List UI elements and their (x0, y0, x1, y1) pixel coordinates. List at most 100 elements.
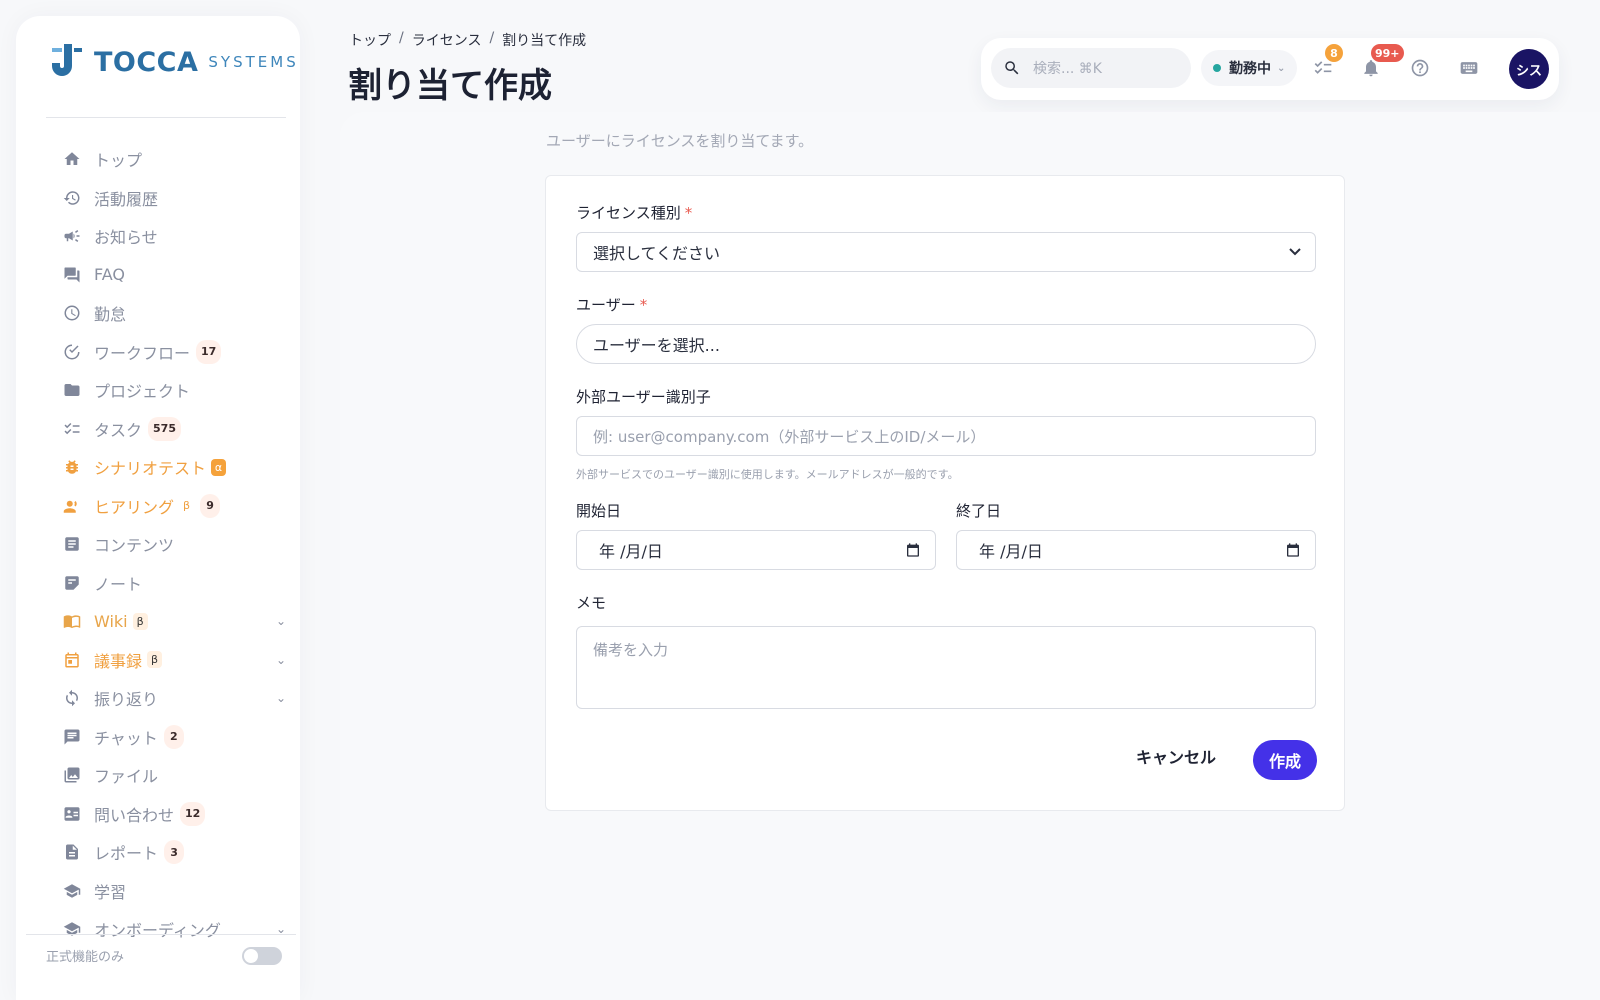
sidebar-item-top[interactable]: トップ (62, 140, 292, 179)
chevron-down-icon[interactable]: ⌄ (276, 653, 286, 667)
sidebar-item-contents[interactable]: コンテンツ (62, 525, 292, 564)
breadcrumb-top[interactable]: トップ (349, 30, 391, 50)
sidebar-footer-divider (26, 934, 296, 935)
bug-icon (62, 457, 82, 477)
start-date-label: 開始日 (576, 502, 622, 520)
sidebar-item-label: 議事録 (94, 651, 143, 671)
user-select[interactable]: ユーザーを選択... (576, 324, 1316, 364)
breadcrumb-separator: / (399, 30, 404, 46)
work-status-dropdown[interactable]: 勤務中 ⌄ (1201, 50, 1298, 86)
sidebar-item-task[interactable]: タスク 575 (62, 410, 292, 449)
status-dot-icon (1213, 64, 1221, 72)
sidebar-nav: トップ 活動履歴 お知らせ FAQ 勤怠 ワークフロー 17 プロジェクト タス… (62, 140, 292, 949)
sidebar-item-file[interactable]: ファイル (62, 756, 292, 795)
keyboard-icon (1460, 62, 1478, 74)
checklist-icon (62, 419, 82, 439)
count-badge: 3 (164, 840, 185, 865)
school-icon (62, 881, 82, 901)
check-circle-icon (62, 342, 82, 362)
sidebar-item-faq[interactable]: FAQ (62, 256, 292, 295)
calendar-icon[interactable] (1285, 542, 1301, 558)
search-placeholder: 検索... ⌘K (1033, 61, 1102, 77)
sidebar-item-minutes[interactable]: 議事録 β ⌄ (62, 641, 292, 680)
keyboard-shortcuts-button[interactable] (1457, 56, 1481, 80)
count-badge: 17 (196, 339, 222, 364)
breadcrumb-license[interactable]: ライセンス (412, 30, 482, 50)
sidebar-item-label: コンテンツ (94, 536, 175, 556)
sidebar-item-label: タスク (94, 420, 143, 440)
page-title: 割り当て作成 (348, 66, 552, 106)
count-badge: 2 (163, 724, 184, 749)
status-label: 勤務中 (1229, 61, 1271, 77)
sidebar-item-project[interactable]: プロジェクト (62, 371, 292, 410)
sidebar-item-hearing[interactable]: ヒアリング β 9 (62, 487, 292, 526)
sidebar-item-workflow[interactable]: ワークフロー 17 (62, 333, 292, 372)
start-date-input[interactable]: 年 /月/日 (576, 530, 936, 570)
sidebar-item-label: ヒアリング (94, 497, 175, 517)
official-features-toggle[interactable] (242, 946, 282, 965)
sidebar-item-label: ワークフロー (94, 343, 191, 363)
notifications-button[interactable]: 99+ (1359, 44, 1404, 80)
start-date-value: 年 /月/日 (599, 542, 663, 561)
sidebar-item-label: トップ (94, 151, 143, 171)
top-toolbar: 検索... ⌘K 勤務中 ⌄ 8 99+ シス (981, 38, 1559, 100)
notifications-badge: 99+ (1371, 44, 1404, 62)
sync-icon (62, 688, 82, 708)
sidebar-item-learning[interactable]: 学習 (62, 872, 292, 911)
search-input[interactable]: 検索... ⌘K (991, 48, 1191, 88)
calendar-icon (62, 650, 82, 670)
sidebar-item-wiki[interactable]: Wiki β ⌄ (62, 602, 292, 641)
sidebar-item-onboarding[interactable]: オンボーディング ⌄ (62, 910, 292, 949)
sidebar-item-attendance[interactable]: 勤怠 (62, 294, 292, 333)
create-button[interactable]: 作成 (1253, 740, 1317, 780)
tasks-button[interactable]: 8 (1311, 44, 1343, 80)
chevron-down-icon[interactable]: ⌄ (276, 614, 286, 628)
user-value: ユーザーを選択... (593, 336, 720, 355)
sidebar-item-chat[interactable]: チャット 2 (62, 718, 292, 757)
official-features-label: 正式機能のみ (46, 950, 125, 965)
memo-textarea[interactable]: 備考を入力 (576, 626, 1316, 709)
sidebar-item-news[interactable]: お知らせ (62, 217, 292, 256)
chevron-down-icon[interactable]: ⌄ (276, 691, 286, 705)
sidebar-item-note[interactable]: ノート (62, 564, 292, 603)
beta-tag: β (147, 651, 163, 669)
sidebar-item-label: プロジェクト (94, 382, 191, 402)
help-button[interactable] (1408, 56, 1432, 80)
external-id-help: 外部サービスでのユーザー識別に使用します。メールアドレスが一般的です。 (576, 468, 959, 481)
sidebar-item-label: オンボーディング (94, 921, 221, 941)
contact-card-icon (62, 804, 82, 824)
sidebar-item-report[interactable]: レポート 3 (62, 833, 292, 872)
logo-sub: SYSTEMS (208, 53, 299, 71)
note-icon (62, 573, 82, 593)
assignment-form: ライセンス種別 * 選択してください ユーザー * ユーザーを選択... 外部ユーザ… (545, 175, 1345, 811)
sidebar-divider (46, 117, 286, 118)
sidebar-item-label: FAQ (94, 265, 125, 285)
external-id-input[interactable]: 例: user@company.com（外部サービス上のID/メール） (576, 416, 1316, 456)
external-id-label: 外部ユーザー識別子 (576, 388, 711, 406)
sidebar-item-label: チャット (94, 728, 158, 748)
sidebar-item-scenario-test[interactable]: シナリオテスト α (62, 448, 292, 487)
license-type-label: ライセンス種別 * (576, 202, 692, 223)
user-label-text: ユーザー (576, 296, 636, 314)
sidebar: TOCCA SYSTEMS トップ 活動履歴 お知らせ FAQ 勤怠 ワークフロ… (16, 16, 300, 1000)
cancel-button[interactable]: キャンセル (1136, 736, 1216, 776)
sidebar-item-inquiry[interactable]: 問い合わせ 12 (62, 795, 292, 834)
calendar-icon[interactable] (905, 542, 921, 558)
sidebar-item-retrospective[interactable]: 振り返り ⌄ (62, 679, 292, 718)
breadcrumb: トップ / ライセンス / 割り当て作成 (349, 30, 586, 50)
forum-icon (62, 265, 82, 285)
sidebar-item-activity[interactable]: 活動履歴 (62, 179, 292, 218)
sidebar-item-label: レポート (94, 844, 159, 864)
logo[interactable]: TOCCA SYSTEMS (46, 42, 299, 82)
search-icon (1005, 61, 1019, 75)
license-type-select[interactable]: 選択してください (576, 232, 1316, 272)
sidebar-item-label: 学習 (94, 882, 127, 902)
end-date-input[interactable]: 年 /月/日 (956, 530, 1316, 570)
article-icon (62, 534, 82, 554)
alpha-tag: α (211, 458, 227, 476)
memo-label: メモ (576, 594, 607, 612)
sidebar-item-label: 振り返り (94, 690, 159, 710)
people-speak-icon (62, 496, 82, 516)
avatar[interactable]: シス (1509, 49, 1549, 89)
memo-placeholder: 備考を入力 (593, 641, 669, 659)
